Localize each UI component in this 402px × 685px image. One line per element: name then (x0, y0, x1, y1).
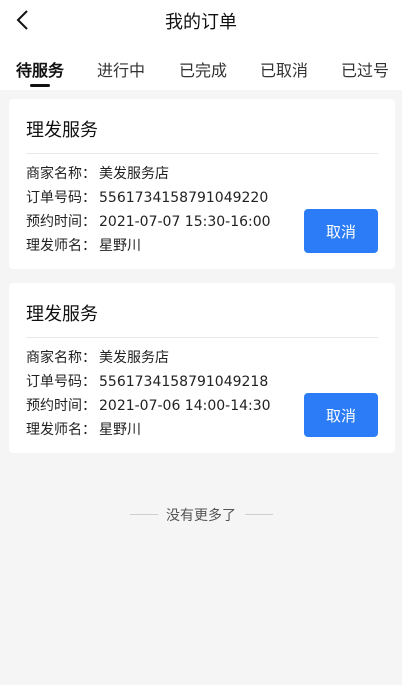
cancel-button[interactable]: 取消 (304, 393, 378, 437)
tab-pending[interactable]: 待服务 (16, 57, 64, 81)
time-value: 2021-07-07 15:30-16:00 (99, 214, 271, 230)
barber-label: 理发师名： (26, 422, 96, 438)
time-label: 预约时间： (26, 398, 96, 414)
shop-row: 商家名称： 美发服务店 (26, 347, 169, 367)
barber-value: 星野川 (99, 238, 141, 254)
order-no-label: 订单号码： (26, 374, 96, 390)
divider-right (245, 514, 273, 515)
order-card: 理发服务 商家名称： 美发服务店 订单号码： 5561734158791049220… (9, 99, 395, 269)
page-title: 我的订单 (165, 12, 237, 33)
barber-row: 理发师名： 星野川 (26, 235, 141, 255)
time-label: 预约时间： (26, 214, 96, 230)
order-no-value: 5561734158791049218 (99, 374, 269, 390)
order-card: 理发服务 商家名称： 美发服务店 订单号码： 5561734158791049218… (9, 283, 395, 453)
active-tab-indicator (30, 84, 50, 87)
tab-expired[interactable]: 已过号 (341, 57, 389, 81)
time-value: 2021-07-06 14:00-14:30 (99, 398, 271, 414)
divider (26, 153, 378, 154)
tab-in-progress[interactable]: 进行中 (97, 57, 145, 81)
shop-value: 美发服务店 (99, 166, 169, 182)
time-row: 预约时间： 2021-07-06 14:00-14:30 (26, 395, 271, 415)
order-no-value: 5561734158791049220 (99, 190, 269, 206)
top-nav-bar: 我的订单 (0, 0, 402, 42)
no-more-text: 没有更多了 (166, 508, 236, 524)
shop-row: 商家名称： 美发服务店 (26, 163, 169, 183)
shop-value: 美发服务店 (99, 350, 169, 366)
divider (26, 337, 378, 338)
tab-cancelled[interactable]: 已取消 (260, 57, 308, 81)
order-status-tabs: 待服务 进行中 已完成 已取消 已过号 (0, 42, 402, 90)
shop-label: 商家名称： (26, 350, 96, 366)
order-no-label: 订单号码： (26, 190, 96, 206)
barber-label: 理发师名： (26, 238, 96, 254)
service-name: 理发服务 (26, 304, 98, 325)
no-more-indicator: 没有更多了 (0, 505, 402, 525)
order-no-row: 订单号码： 5561734158791049220 (26, 187, 268, 207)
shop-label: 商家名称： (26, 166, 96, 182)
barber-value: 星野川 (99, 422, 141, 438)
time-row: 预约时间： 2021-07-07 15:30-16:00 (26, 211, 271, 231)
tab-completed[interactable]: 已完成 (179, 57, 227, 81)
service-name: 理发服务 (26, 120, 98, 141)
barber-row: 理发师名： 星野川 (26, 419, 141, 439)
order-no-row: 订单号码： 5561734158791049218 (26, 371, 268, 391)
cancel-button[interactable]: 取消 (304, 209, 378, 253)
